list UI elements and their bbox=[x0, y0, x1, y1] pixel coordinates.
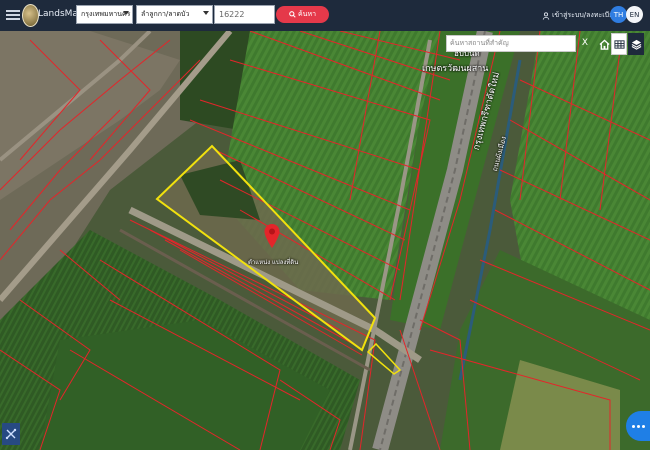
more-options-button[interactable] bbox=[626, 411, 650, 441]
login-link[interactable]: เข้าสู่ระบบ/ลงทะเบียน bbox=[542, 10, 618, 21]
parcel-label: ตำแหน่ง แปลงที่ดิน bbox=[248, 259, 299, 266]
search-button[interactable]: ค้นหา bbox=[276, 6, 329, 23]
logo-icon[interactable] bbox=[22, 4, 39, 27]
menu-icon[interactable] bbox=[6, 8, 20, 22]
home-button[interactable] bbox=[596, 33, 612, 55]
more-icon bbox=[631, 424, 635, 428]
layers-button[interactable] bbox=[628, 33, 644, 55]
login-label: เข้าสู่ระบบ/ลงทะเบียน bbox=[552, 11, 618, 19]
place-search-input[interactable]: ค้นหาสถานที่สำคัญ bbox=[446, 35, 576, 52]
chevron-down-icon bbox=[203, 11, 209, 15]
measure-button[interactable] bbox=[2, 423, 20, 445]
province-select[interactable]: กรุงเทพมหานคร bbox=[76, 5, 133, 24]
search-icon bbox=[289, 11, 296, 18]
district-select[interactable]: ลำลูกกา/ลาดบัว bbox=[136, 5, 213, 24]
close-button[interactable]: X bbox=[578, 35, 592, 52]
parcel-number-input[interactable]: 16222 bbox=[214, 5, 275, 24]
satellite-imagery bbox=[0, 31, 650, 450]
lang-th-button[interactable]: TH bbox=[610, 6, 627, 23]
layers-icon bbox=[631, 39, 641, 50]
user-icon bbox=[542, 11, 550, 20]
place-label-line2: เกษตรวัฒนผสาน bbox=[422, 64, 489, 74]
grid-button[interactable] bbox=[611, 33, 627, 55]
district-value: ลำลูกกา/ลาดบัว bbox=[141, 10, 190, 18]
grid-icon bbox=[613, 39, 625, 49]
map-pin-icon[interactable] bbox=[264, 224, 280, 248]
map-view[interactable] bbox=[0, 31, 650, 450]
chevron-down-icon bbox=[123, 11, 129, 15]
more-icon-dot bbox=[641, 424, 645, 428]
lang-en-button[interactable]: EN bbox=[626, 6, 643, 23]
measure-icon bbox=[5, 428, 17, 440]
more-icon-dot bbox=[636, 424, 640, 428]
top-bar: LandsMaps กรุงเทพมหานคร ลำลูกกา/ลาดบัว 1… bbox=[0, 0, 650, 31]
home-icon bbox=[598, 39, 610, 50]
search-button-label: ค้นหา bbox=[297, 10, 316, 18]
